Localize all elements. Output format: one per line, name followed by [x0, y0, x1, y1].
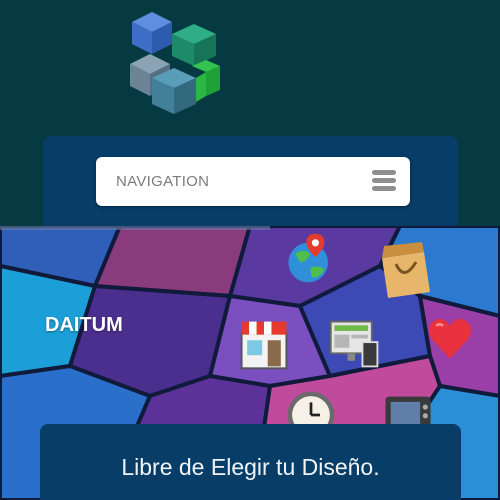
hamburger-menu-icon[interactable]: [372, 170, 396, 192]
cubes-logo-icon[interactable]: [124, 10, 224, 118]
navigation-toggle-bar[interactable]: NAVIGATION: [96, 157, 410, 206]
storefront-icon: [240, 321, 288, 370]
globe-pin-icon: [288, 233, 328, 283]
tagline-panel: Libre de Elegir tu Diseño.: [40, 424, 461, 500]
navigation-label: NAVIGATION: [116, 173, 210, 190]
tagline-text: Libre de Elegir tu Diseño.: [121, 454, 380, 480]
heart-icon: [428, 318, 472, 359]
shopping-bag-icon: [382, 242, 430, 298]
brand-name: DAITUM: [45, 314, 123, 336]
web-devices-icon: [329, 320, 379, 368]
